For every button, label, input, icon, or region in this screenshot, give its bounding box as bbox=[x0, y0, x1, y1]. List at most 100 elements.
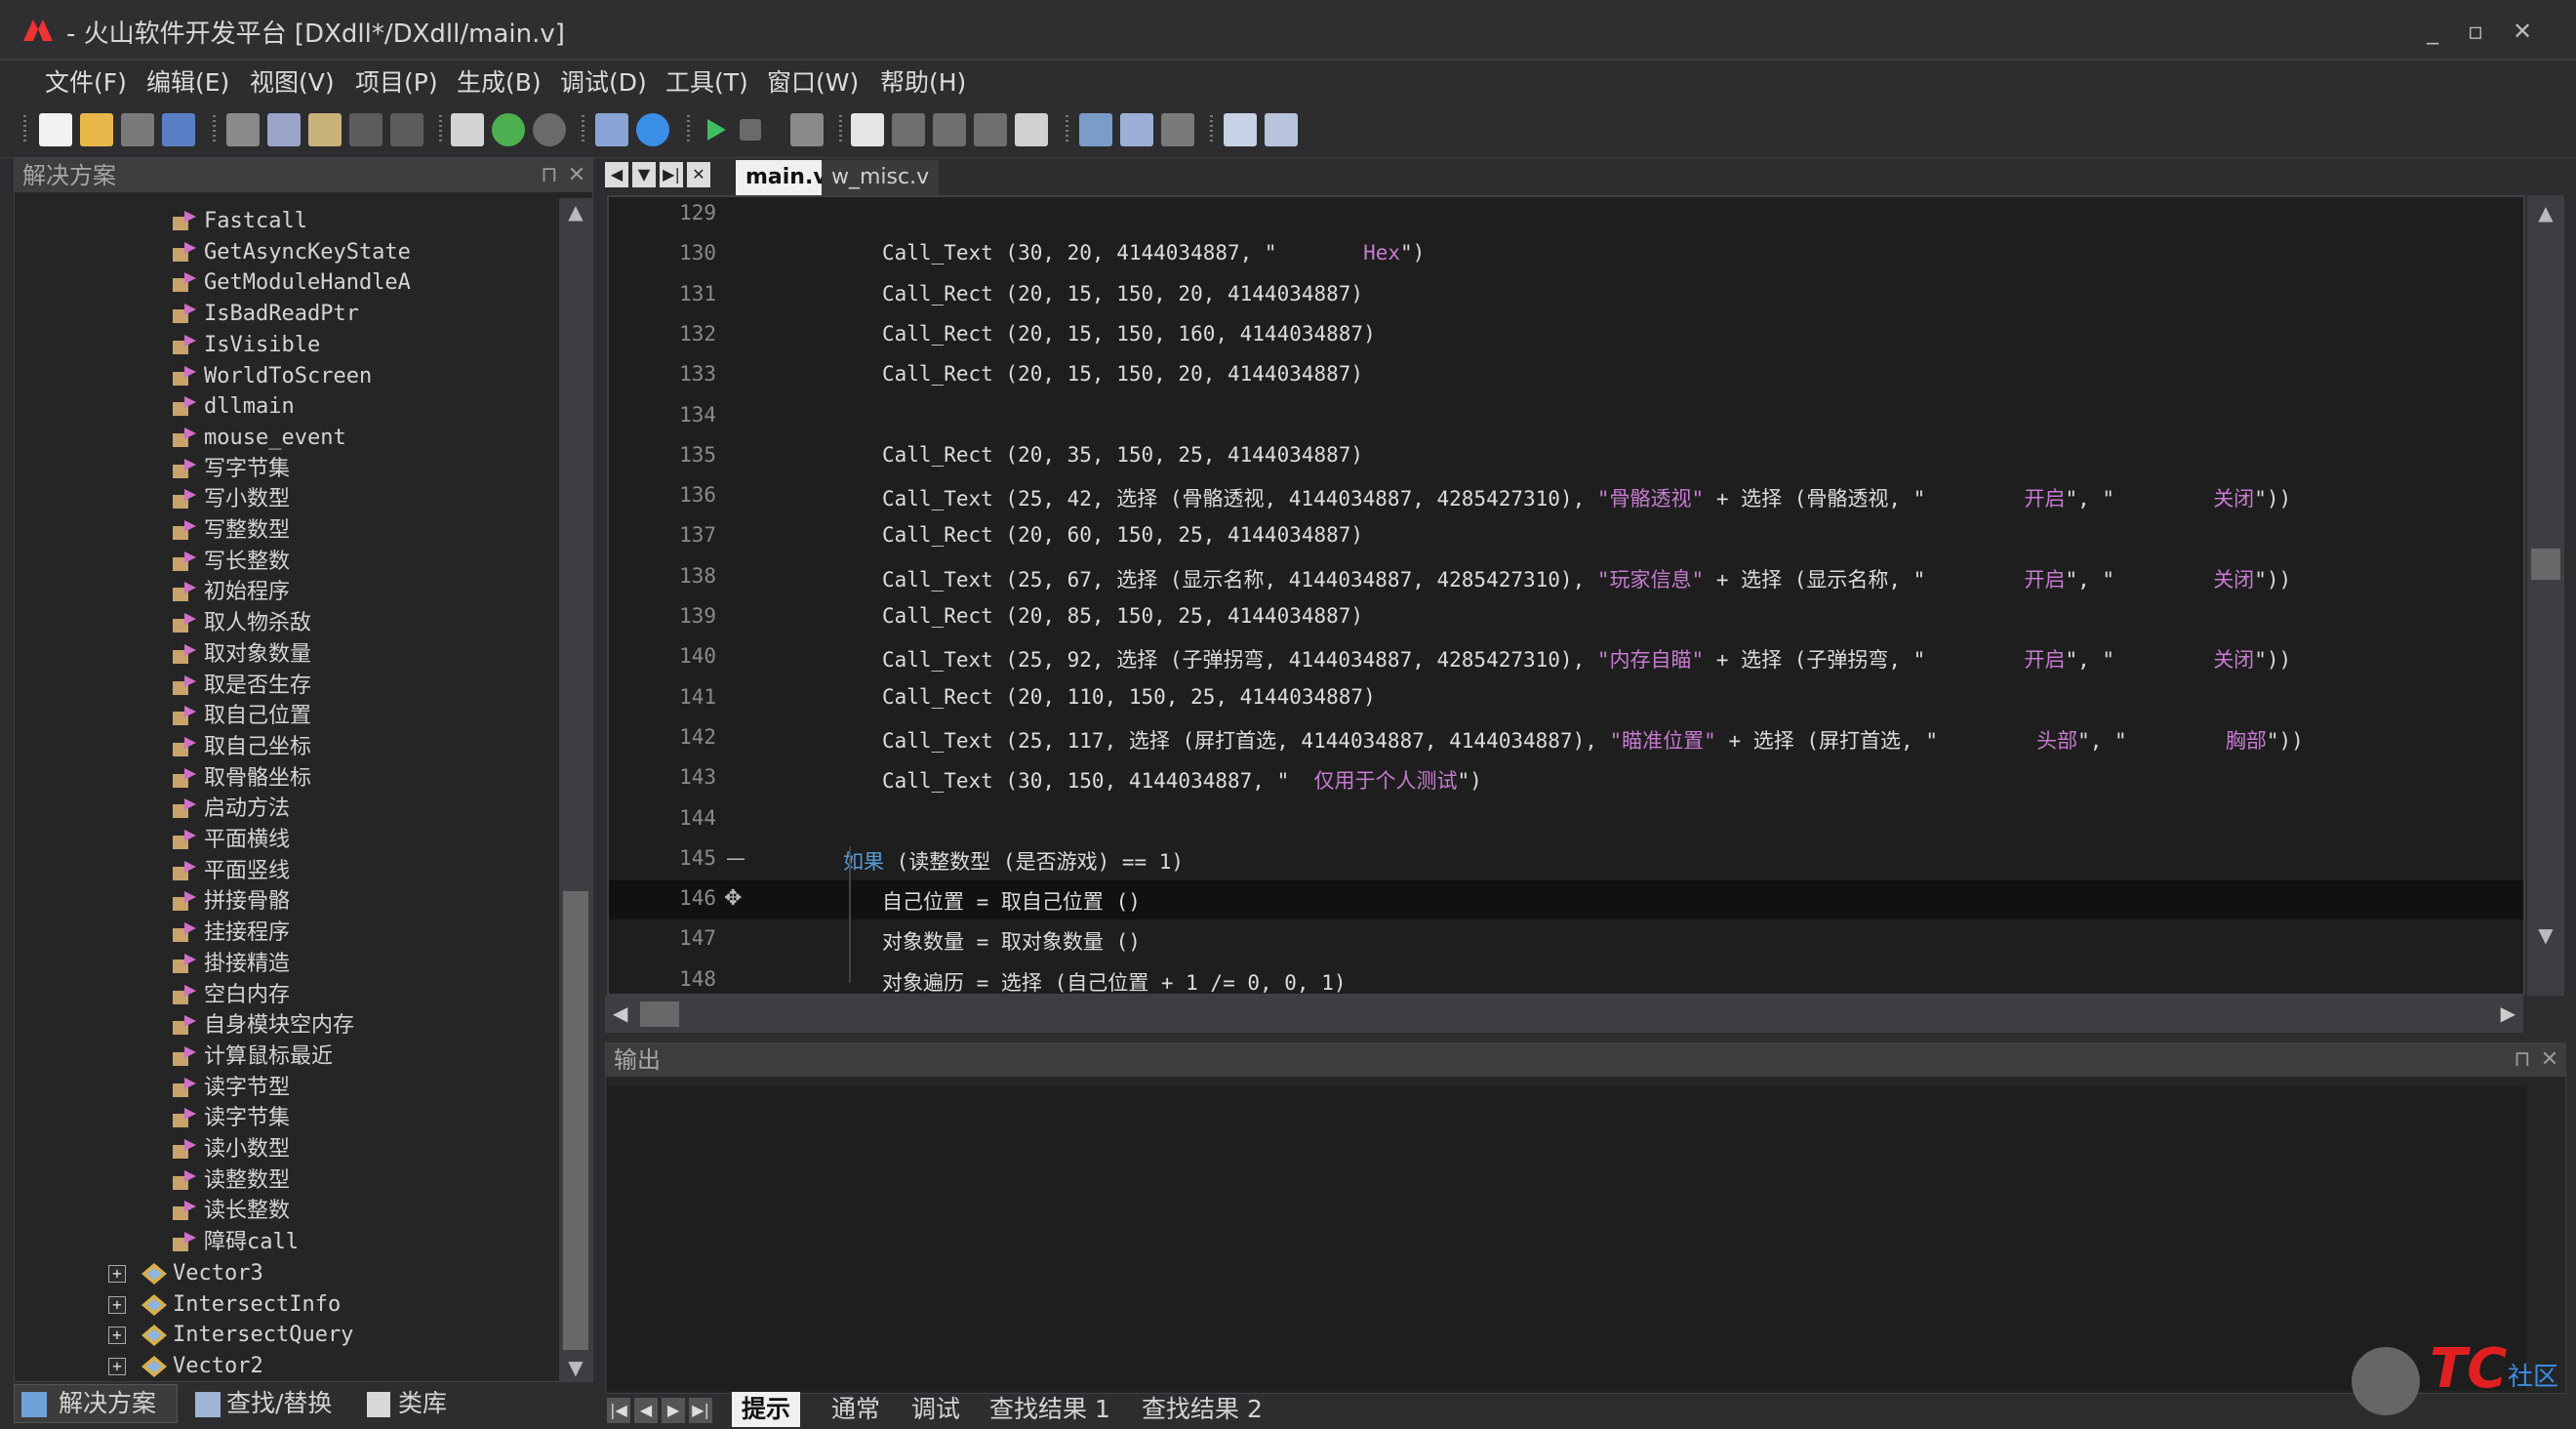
output-prev-icon[interactable]: ◀ bbox=[634, 1398, 658, 1423]
editor-vscroll[interactable]: ▲ ▼ bbox=[2527, 195, 2564, 996]
tab-close-icon[interactable]: ✕ bbox=[687, 162, 710, 187]
chart-icon[interactable] bbox=[1079, 113, 1112, 146]
tab-hint[interactable]: 提示 bbox=[732, 1392, 801, 1427]
tree-item[interactable]: 掛接精造 bbox=[171, 949, 290, 980]
breakpoint-icon[interactable] bbox=[1015, 113, 1048, 146]
tree-item[interactable]: 写整数型 bbox=[171, 515, 290, 547]
tab-find-results-2[interactable]: 查找结果 2 bbox=[1132, 1392, 1272, 1427]
tree-item[interactable]: 拼接骨骼 bbox=[171, 886, 290, 918]
tree-item[interactable]: 启动方法 bbox=[171, 794, 290, 825]
layers-icon[interactable] bbox=[1120, 113, 1153, 146]
tree-item[interactable]: IsVisible bbox=[171, 330, 320, 361]
scroll-thumb[interactable] bbox=[563, 891, 588, 1350]
tab-solution[interactable]: 解决方案 bbox=[59, 1386, 156, 1421]
editor-hscroll[interactable]: ◀ ▶ bbox=[605, 996, 2523, 1033]
code-line[interactable]: Call_Text (30, 150, 4144034887, " 仅用于个人测… bbox=[882, 765, 1482, 795]
tools-icon[interactable] bbox=[1161, 113, 1194, 146]
tree-item[interactable]: 写字节集 bbox=[171, 454, 290, 485]
code-line[interactable]: 自己位置 = 取自己位置 () bbox=[882, 886, 1141, 916]
tree-item[interactable]: 读字节集 bbox=[171, 1103, 290, 1134]
output-first-icon[interactable]: |◀ bbox=[607, 1398, 630, 1423]
tab-find-replace[interactable]: 查找/替换 bbox=[226, 1386, 332, 1421]
tree-item[interactable]: 读小数型 bbox=[171, 1134, 290, 1165]
tree-group[interactable]: + Vector2 bbox=[108, 1351, 263, 1381]
output-last-icon[interactable]: ▶| bbox=[689, 1398, 712, 1423]
menu-build[interactable]: 生成(B) bbox=[457, 66, 542, 100]
build-icon[interactable] bbox=[595, 113, 628, 146]
tree-item[interactable]: 取人物杀敌 bbox=[171, 608, 311, 639]
menu-debug[interactable]: 调试(D) bbox=[560, 66, 647, 100]
find-icon[interactable] bbox=[451, 113, 484, 146]
code-line[interactable]: 对象数量 = 取对象数量 () bbox=[882, 926, 1141, 956]
pin-icon[interactable]: ⊓ bbox=[536, 159, 563, 192]
open-folder-icon[interactable] bbox=[80, 113, 113, 146]
tree-item[interactable]: 读长整数 bbox=[171, 1196, 290, 1227]
redo-icon[interactable] bbox=[390, 113, 423, 146]
menu-project[interactable]: 项目(P) bbox=[355, 66, 438, 100]
back-icon[interactable] bbox=[492, 113, 525, 146]
expand-icon[interactable]: + bbox=[108, 1264, 126, 1283]
paste-icon[interactable] bbox=[308, 113, 342, 146]
code-line[interactable]: 如果 (读整数型 (是否游戏) == 1) bbox=[843, 846, 1184, 876]
stop-icon[interactable] bbox=[740, 119, 761, 141]
tree-item[interactable]: 取是否生存 bbox=[171, 671, 311, 702]
tree-item[interactable]: 读整数型 bbox=[171, 1165, 290, 1197]
list-icon[interactable] bbox=[1224, 113, 1257, 146]
step-icon[interactable] bbox=[790, 113, 824, 146]
scroll-up-icon[interactable]: ▲ bbox=[2527, 201, 2564, 225]
copy-icon[interactable] bbox=[267, 113, 301, 146]
tree-item[interactable]: GetAsyncKeyState bbox=[171, 237, 411, 268]
code-line[interactable]: 对象遍历 = 选择 (自己位置 + 1 /= 0, 0, 1) bbox=[882, 967, 1347, 994]
scroll-down-icon[interactable]: ▼ bbox=[2527, 923, 2564, 947]
pin-icon[interactable]: ⊓ bbox=[2509, 1043, 2536, 1077]
code-line[interactable]: Call_Rect (20, 85, 150, 25, 4144034887) bbox=[882, 604, 1363, 628]
undo-icon[interactable] bbox=[349, 113, 382, 146]
forward-icon[interactable] bbox=[533, 113, 566, 146]
tab-list-icon[interactable]: ▼ bbox=[632, 162, 656, 187]
output-text-area[interactable] bbox=[608, 1086, 2526, 1391]
step-out-icon[interactable] bbox=[974, 113, 1007, 146]
hand-icon[interactable] bbox=[851, 113, 884, 146]
expand-icon[interactable]: + bbox=[108, 1357, 126, 1375]
expand-icon[interactable]: + bbox=[108, 1295, 126, 1314]
tree-group[interactable]: + Vector3 bbox=[108, 1258, 263, 1289]
tree-item[interactable]: GetModuleHandleA bbox=[171, 267, 411, 299]
step-into-icon[interactable] bbox=[892, 113, 925, 146]
code-line[interactable]: Call_Rect (20, 15, 150, 20, 4144034887) bbox=[882, 362, 1363, 386]
tree-item[interactable]: 空白内存 bbox=[171, 980, 290, 1011]
code-line[interactable]: Call_Text (25, 42, 选择 (骨骼透视, 4144034887,… bbox=[882, 483, 2291, 512]
fold-toggle-icon[interactable]: — bbox=[726, 846, 745, 870]
help-icon[interactable] bbox=[636, 113, 669, 146]
menu-window[interactable]: 窗口(W) bbox=[767, 66, 859, 100]
tree-item[interactable]: 平面竖线 bbox=[171, 856, 290, 887]
tree-item[interactable]: 写长整数 bbox=[171, 547, 290, 578]
tree-item[interactable]: dllmain bbox=[171, 391, 295, 423]
code-line[interactable]: Call_Text (25, 67, 选择 (显示名称, 4144034887,… bbox=[882, 564, 2291, 593]
tree-item[interactable]: 取对象数量 bbox=[171, 639, 311, 671]
scroll-thumb[interactable] bbox=[2531, 549, 2560, 580]
tree-item[interactable]: 平面横线 bbox=[171, 825, 290, 856]
menu-file[interactable]: 文件(F) bbox=[45, 66, 127, 100]
tree-item[interactable]: Fastcall bbox=[171, 206, 307, 237]
maximize-button[interactable]: ▫ bbox=[2461, 18, 2490, 47]
tab-prev-icon[interactable]: ◀ bbox=[605, 162, 628, 187]
save-icon[interactable] bbox=[121, 113, 154, 146]
tab-find-results-1[interactable]: 查找结果 1 bbox=[980, 1392, 1120, 1427]
tree-item[interactable]: 写小数型 bbox=[171, 484, 290, 515]
tree-item[interactable]: 读字节型 bbox=[171, 1073, 290, 1104]
close-icon[interactable]: ✕ bbox=[563, 159, 590, 192]
menu-view[interactable]: 视图(V) bbox=[250, 66, 335, 100]
expand-icon[interactable]: + bbox=[108, 1327, 126, 1345]
save-all-icon[interactable] bbox=[162, 113, 195, 146]
tree-item[interactable]: 取骨骼坐标 bbox=[171, 763, 311, 795]
tree-item[interactable]: mouse_event bbox=[171, 423, 346, 454]
cut-icon[interactable] bbox=[226, 113, 260, 146]
tab-debug[interactable]: 调试 bbox=[902, 1392, 970, 1427]
close-icon[interactable]: ✕ bbox=[2536, 1043, 2563, 1077]
code-line[interactable]: Call_Rect (20, 15, 150, 160, 4144034887) bbox=[882, 322, 1376, 346]
code-line[interactable]: Call_Rect (20, 110, 150, 25, 4144034887) bbox=[882, 685, 1376, 709]
window-icon[interactable] bbox=[1265, 113, 1298, 146]
hscroll-thumb[interactable] bbox=[640, 1001, 679, 1027]
tree-group[interactable]: + IntersectQuery bbox=[108, 1320, 353, 1351]
step-over-icon[interactable] bbox=[933, 113, 966, 146]
